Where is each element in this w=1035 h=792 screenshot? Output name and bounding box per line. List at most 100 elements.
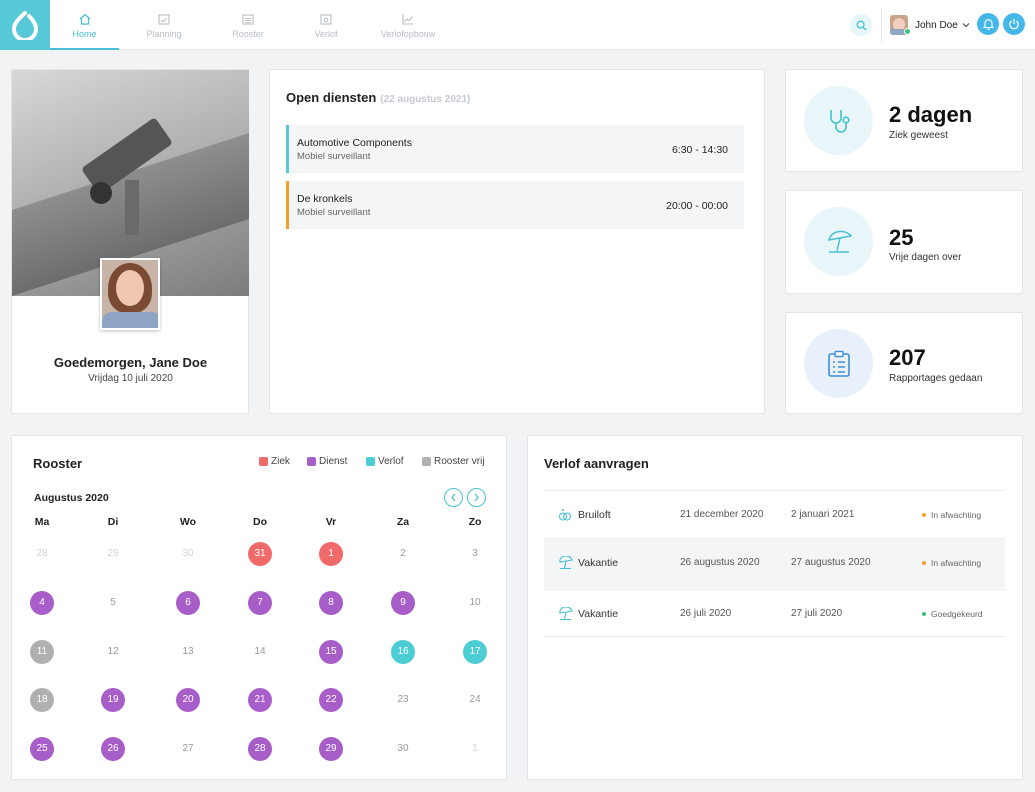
- leave-from: 21 december 2020: [680, 509, 764, 520]
- shift-time: 20:00 - 00:00: [666, 200, 728, 212]
- nav-verlof[interactable]: Verlof: [290, 0, 362, 50]
- calendar-day[interactable]: 9: [391, 591, 415, 615]
- stat-value: 207: [889, 345, 926, 370]
- profile-card: Goedemorgen, Jane Doe Vrijdag 10 juli 20…: [11, 69, 249, 414]
- nav-verlofopbouw[interactable]: Verlofopbouw: [372, 0, 444, 50]
- weekday-header: Vr: [325, 516, 337, 528]
- calendar-day[interactable]: 14: [248, 640, 272, 664]
- calendar-day[interactable]: 30: [176, 542, 200, 566]
- legend-dienst: Dienst: [307, 456, 347, 467]
- stat-label: Rapportages gedaan: [889, 373, 983, 384]
- calendar-day[interactable]: 28: [248, 737, 272, 761]
- legend-ziek: Ziek: [259, 456, 290, 467]
- prev-month-button[interactable]: [444, 488, 463, 507]
- calendar-day[interactable]: 29: [101, 542, 125, 566]
- calendar-grid-icon: [242, 14, 254, 25]
- calendar-leave-icon: [320, 14, 332, 25]
- calendar-day[interactable]: 8: [319, 591, 343, 615]
- calendar-day[interactable]: 28: [30, 542, 54, 566]
- search-button[interactable]: [850, 14, 872, 36]
- beach-umbrella-icon: [827, 230, 852, 253]
- rooster-card: Rooster Ziek Dienst Verlof Rooster vrij …: [11, 435, 507, 780]
- calendar-day[interactable]: 4: [30, 591, 54, 615]
- leave-from: 26 juli 2020: [680, 608, 732, 619]
- calendar-day[interactable]: 27: [176, 737, 200, 761]
- weekday-header: Ma: [34, 516, 50, 528]
- leave-to: 27 augustus 2020: [791, 557, 871, 568]
- chart-line-icon: [402, 14, 413, 25]
- calendar-day[interactable]: 21: [248, 688, 272, 712]
- stat-icon-circle: [804, 86, 873, 155]
- calendar-day[interactable]: 3: [463, 542, 487, 566]
- leave-row[interactable]: Vakantie 26 augustus 2020 27 augustus 20…: [544, 538, 1005, 588]
- calendar-day[interactable]: 20: [176, 688, 200, 712]
- leave-status: In afwachting: [922, 558, 981, 568]
- calendar-day[interactable]: 22: [319, 688, 343, 712]
- leave-type: Vakantie: [578, 557, 619, 569]
- leave-requests-card: Verlof aanvragen Bruiloft 21 december 20…: [527, 435, 1023, 780]
- nav-verlofopbouw-label: Verlofopbouw: [380, 29, 436, 39]
- calendar-day[interactable]: 16: [391, 640, 415, 664]
- calendar-day[interactable]: 5: [101, 591, 125, 615]
- rings-icon: [558, 508, 572, 521]
- home-icon: [79, 13, 90, 25]
- calendar-day[interactable]: 12: [101, 640, 125, 664]
- calendar-day[interactable]: 25: [30, 737, 54, 761]
- notifications-button[interactable]: [977, 13, 999, 35]
- beach-umbrella-icon: [559, 607, 573, 621]
- chevron-down-icon: [962, 23, 970, 28]
- calendar-day[interactable]: 13: [176, 640, 200, 664]
- calendar-day[interactable]: 18: [30, 688, 54, 712]
- calendar-day[interactable]: 19: [101, 688, 125, 712]
- shift-name: De kronkels: [297, 193, 353, 205]
- calendar-day[interactable]: 2: [391, 542, 415, 566]
- legend-rooster-vrij: Rooster vrij: [422, 456, 485, 467]
- online-status-dot: [904, 28, 911, 35]
- profile-photo: [100, 258, 160, 330]
- stat-icon-circle: [804, 207, 873, 276]
- logout-button[interactable]: [1003, 13, 1025, 35]
- leave-requests-title: Verlof aanvragen: [544, 456, 649, 471]
- leave-row[interactable]: Vakantie 26 juli 2020 27 juli 2020 Goedg…: [544, 589, 1005, 639]
- stethoscope-icon: [829, 109, 850, 133]
- leave-to: 27 juli 2020: [791, 608, 843, 619]
- calendar-day[interactable]: 23: [391, 688, 415, 712]
- calendar-day[interactable]: 17: [463, 640, 487, 664]
- shift-item[interactable]: Automotive Components Mobiel surveillant…: [286, 125, 744, 173]
- leave-row[interactable]: Bruiloft 21 december 2020 2 januari 2021…: [544, 490, 1005, 540]
- calendar-day[interactable]: 26: [101, 737, 125, 761]
- app-logo[interactable]: [0, 0, 50, 50]
- nav-planning[interactable]: Planning: [128, 0, 200, 50]
- stat-value: 25: [889, 225, 914, 250]
- calendar-month: Augustus 2020: [34, 492, 109, 504]
- stat-label: Ziek geweest: [889, 130, 948, 141]
- stat-value: 2 dagen: [889, 102, 973, 127]
- nav-rooster-label: Rooster: [232, 29, 264, 39]
- calendar-day[interactable]: 1: [319, 542, 343, 566]
- nav-home[interactable]: Home: [50, 0, 119, 50]
- shift-role: Mobiel surveillant: [297, 207, 371, 218]
- legend-verlof: Verlof: [366, 456, 404, 467]
- calendar-day[interactable]: 10: [463, 591, 487, 615]
- greeting: Goedemorgen, Jane Doe: [53, 355, 208, 370]
- calendar-day[interactable]: 7: [248, 591, 272, 615]
- user-menu[interactable]: John Doe: [890, 13, 970, 37]
- nav-rooster[interactable]: Rooster: [212, 0, 284, 50]
- calendar-day[interactable]: 29: [319, 737, 343, 761]
- weekday-header: Wo: [179, 516, 197, 528]
- shift-item[interactable]: De kronkels Mobiel surveillant 20:00 - 0…: [286, 181, 744, 229]
- search-icon: [856, 20, 866, 30]
- calendar-day[interactable]: 24: [463, 688, 487, 712]
- shift-role: Mobiel surveillant: [297, 151, 371, 162]
- calendar-day[interactable]: 15: [319, 640, 343, 664]
- calendar-day[interactable]: 1: [463, 737, 487, 761]
- calendar-day[interactable]: 11: [30, 640, 54, 664]
- next-month-button[interactable]: [467, 488, 486, 507]
- calendar-day[interactable]: 6: [176, 591, 200, 615]
- drop-logo-icon: [11, 11, 39, 40]
- calendar-day[interactable]: 30: [391, 737, 415, 761]
- stat-card-sick: 2 dagen Ziek geweest: [785, 69, 1023, 172]
- power-icon: [1009, 19, 1019, 30]
- shift-name: Automotive Components: [297, 137, 412, 149]
- calendar-day[interactable]: 31: [248, 542, 272, 566]
